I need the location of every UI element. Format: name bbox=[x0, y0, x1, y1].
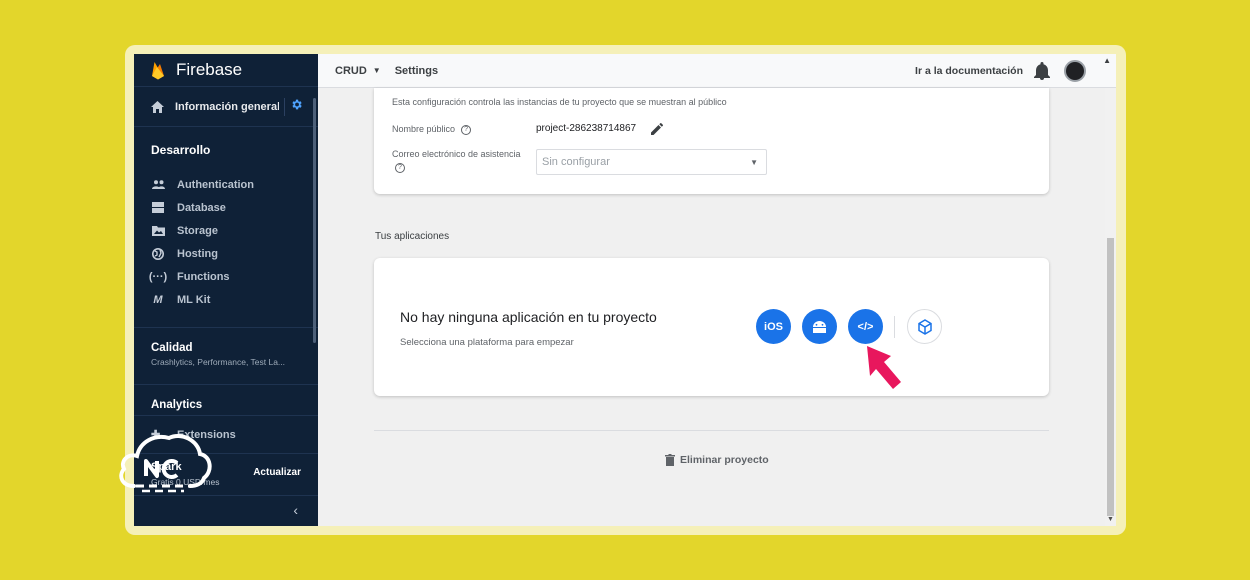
avatar[interactable] bbox=[1064, 60, 1086, 82]
unity-icon bbox=[917, 318, 932, 335]
storage-icon bbox=[151, 224, 165, 238]
firebase-flame-icon bbox=[152, 61, 164, 79]
delete-project-button[interactable]: Eliminar proyecto bbox=[665, 454, 769, 466]
android-icon bbox=[813, 320, 826, 333]
sidebar-analytics-section[interactable]: Analytics bbox=[134, 385, 318, 416]
sidebar-item-overview[interactable]: Información general del proyecto bbox=[134, 87, 318, 127]
empty-apps-title: No hay ninguna aplicación en tu proyecto bbox=[400, 309, 657, 325]
public-settings-card: Esta configuración controla las instanci… bbox=[374, 88, 1049, 194]
main-content: Esta configuración controla las instanci… bbox=[318, 88, 1105, 526]
sidebar-item-label: Authentication bbox=[177, 178, 254, 191]
quality-heading: Calidad bbox=[151, 342, 193, 354]
nc-cloud-logo-icon bbox=[119, 434, 212, 493]
public-name-value: project-286238714867 bbox=[536, 123, 637, 134]
sidebar-item-label: ML Kit bbox=[177, 293, 211, 306]
sidebar-scrollbar[interactable] bbox=[313, 98, 316, 343]
sidebar-item-label: Hosting bbox=[177, 247, 218, 260]
scrollbar-thumb[interactable] bbox=[1107, 238, 1114, 516]
develop-heading: Desarrollo bbox=[151, 143, 211, 157]
sidebar-item-label: Storage bbox=[177, 224, 218, 237]
unity-platform-button[interactable] bbox=[907, 309, 942, 344]
top-bar: CRUD ▼ Settings Ir a la documentación ▲ bbox=[318, 54, 1116, 88]
sidebar-item-mlkit[interactable]: M ML Kit bbox=[151, 288, 318, 311]
pointer-arrow-icon bbox=[867, 346, 901, 389]
apps-card: No hay ninguna aplicación en tu proyecto… bbox=[374, 258, 1049, 396]
sidebar-item-functions[interactable]: (···) Functions bbox=[148, 265, 318, 288]
globe-icon bbox=[151, 247, 165, 261]
brand-name: Firebase bbox=[176, 60, 243, 79]
dropdown-arrow-icon: ▼ bbox=[750, 158, 758, 167]
quality-subtitle: Crashlytics, Performance, Test La... bbox=[151, 357, 286, 367]
scroll-up-arrow-icon[interactable]: ▲ bbox=[1103, 56, 1111, 65]
support-email-select[interactable]: Sin configurar ▼ bbox=[536, 149, 767, 175]
home-icon bbox=[151, 100, 164, 113]
public-name-label: Nombre público? bbox=[392, 124, 472, 135]
project-name: CRUD bbox=[335, 64, 367, 77]
web-code-icon: </> bbox=[857, 320, 874, 333]
help-icon[interactable]: ? bbox=[395, 163, 405, 173]
docs-link[interactable]: Ir a la documentación bbox=[915, 65, 1023, 77]
sidebar-item-database[interactable]: Database bbox=[151, 196, 318, 219]
support-email-label: Correo electrónico de asistencia? bbox=[392, 149, 521, 173]
android-platform-button[interactable] bbox=[802, 309, 837, 344]
section-divider bbox=[374, 430, 1049, 431]
edit-pencil-icon[interactable] bbox=[650, 122, 664, 136]
bell-icon[interactable] bbox=[1034, 62, 1050, 80]
gear-icon bbox=[292, 99, 302, 110]
apps-section-title: Tus aplicaciones bbox=[375, 231, 450, 242]
develop-section: Desarrollo Authentication Database Stora… bbox=[134, 143, 318, 311]
sidebar-item-hosting[interactable]: Hosting bbox=[151, 242, 318, 265]
page-title: Settings bbox=[394, 64, 439, 77]
firebase-brand[interactable]: Firebase bbox=[134, 54, 318, 87]
main-scrollbar[interactable]: ▼ bbox=[1105, 88, 1116, 526]
analytics-heading: Analytics bbox=[151, 399, 203, 411]
collapse-sidebar-button[interactable]: ‹ bbox=[293, 502, 298, 518]
web-platform-button[interactable]: </> bbox=[848, 309, 883, 344]
help-icon[interactable]: ? bbox=[461, 124, 472, 135]
empty-apps-subtitle: Selecciona una plataforma para empezar bbox=[400, 337, 574, 348]
platform-separator bbox=[894, 316, 895, 338]
sidebar-item-label: Functions bbox=[177, 270, 230, 283]
sidebar-item-storage[interactable]: Storage bbox=[151, 219, 318, 242]
upgrade-button[interactable]: Actualizar bbox=[253, 467, 301, 478]
functions-icon: (···) bbox=[148, 270, 168, 283]
chevron-down-icon: ▼ bbox=[372, 66, 381, 75]
mlkit-icon: M bbox=[153, 293, 163, 306]
scroll-down-arrow-icon[interactable]: ▼ bbox=[1107, 516, 1114, 523]
sidebar-quality-section[interactable]: Calidad Crashlytics, Performance, Test L… bbox=[134, 328, 318, 385]
support-email-placeholder: Sin configurar bbox=[542, 156, 610, 168]
sidebar-item-authentication[interactable]: Authentication bbox=[151, 173, 318, 196]
overview-label: Información general del proyecto bbox=[175, 100, 279, 113]
delete-project-label: Eliminar proyecto bbox=[680, 454, 769, 466]
settings-gear-button[interactable] bbox=[284, 98, 306, 116]
ios-platform-button[interactable]: iOS bbox=[756, 309, 791, 344]
people-icon bbox=[151, 178, 165, 192]
browser-window: Firebase Información general del proyect… bbox=[134, 54, 1116, 526]
sidebar-item-label: Database bbox=[177, 201, 226, 214]
database-icon bbox=[151, 201, 165, 215]
ios-icon: iOS bbox=[764, 320, 783, 333]
project-selector[interactable]: CRUD ▼ bbox=[335, 65, 381, 77]
trash-icon bbox=[665, 454, 675, 466]
public-settings-description: Esta configuración controla las instanci… bbox=[392, 97, 727, 107]
